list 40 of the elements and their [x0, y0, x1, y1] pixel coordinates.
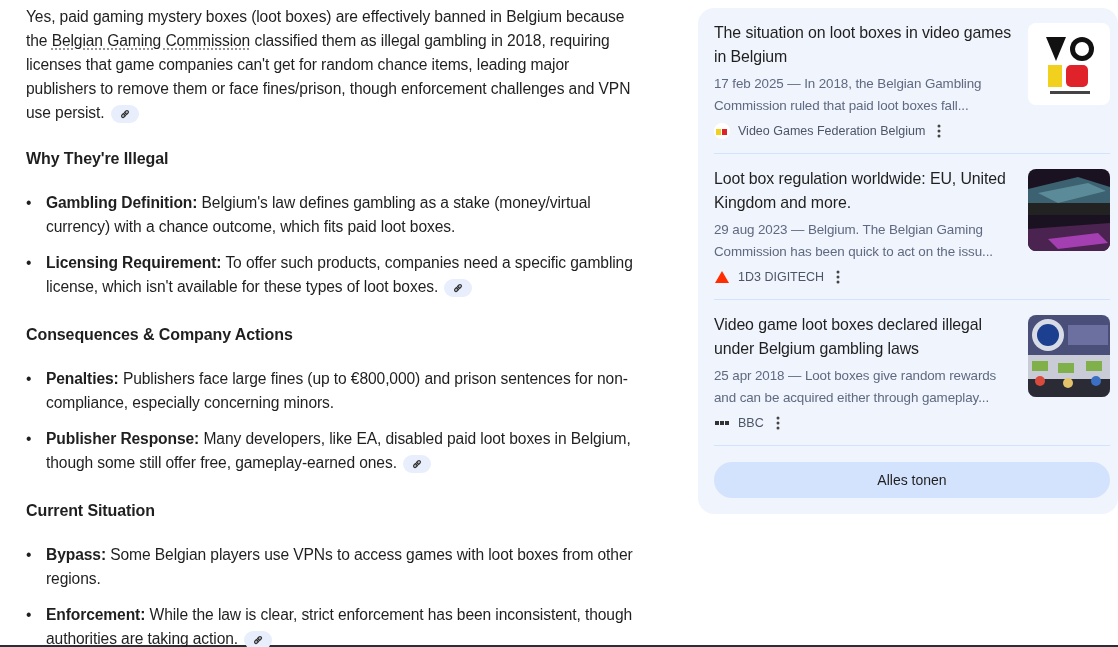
- bullet-text: Penalties: Publishers face large fines (up to €800,000) and prison sentences for non-compliance, especially concerning minors.: [46, 370, 628, 411]
- more-icon: [937, 124, 942, 138]
- source-link-button[interactable]: [444, 278, 473, 297]
- source-title[interactable]: Loot box regulation worldwide: EU, United Kingdom and more.: [714, 167, 1016, 215]
- bullet-text: Gambling Definition: Belgium's law defines gambling as a stake (money/virtual currency) with a chance outcome, which fits paid loot boxes.: [46, 194, 591, 235]
- more-icon: [836, 270, 841, 284]
- link-icon: [453, 282, 464, 293]
- source-title[interactable]: Video game loot boxes declared illegal under Belgium gambling laws: [714, 313, 1016, 361]
- bullet-text: Enforcement: While the law is clear, strict enforcement has been inconsistent, though authorities are taking action.: [46, 606, 633, 647]
- source-snippet: 25 apr 2018 — Loot boxes give random rewards and can be acquired either through gameplay...: [714, 367, 998, 407]
- bullet-marker: •: [26, 605, 33, 625]
- section-heading: Current Situation: [26, 501, 156, 521]
- triangle-icon: [714, 269, 730, 285]
- section-heading: Consequences & Company Actions: [26, 325, 294, 345]
- site-name: 1D3 DIGITECH: [738, 270, 825, 284]
- show-all-button[interactable]: Alles tonen: [714, 462, 1110, 498]
- bullet-marker: •: [26, 369, 33, 389]
- site-name: BBC: [738, 416, 764, 430]
- site-name: Video Games Federation Belgium: [738, 124, 926, 138]
- bullet-marker: •: [26, 253, 33, 273]
- source-snippet: 17 feb 2025 — In 2018, the Belgian Gambling Commission ruled that paid loot boxes fall...: [714, 75, 983, 115]
- bullet-marker: •: [26, 429, 33, 449]
- link-icon: [119, 108, 130, 119]
- source-link-button[interactable]: [110, 104, 139, 123]
- bullet-marker: •: [26, 193, 33, 213]
- site-logo-icon: [714, 123, 730, 139]
- bullet-marker: •: [26, 545, 33, 565]
- source-snippet: 29 aug 2023 — Belgium. The Belgian Gaming Commission has been quick to act on the issu...: [714, 221, 994, 261]
- intro-paragraph: Yes, paid gaming mystery boxes (loot boxes) are effectively banned in Belgium because the Belgian Gaming Commission classified them as illegal gambling in 2018, requiring licenses that game companies can't get for random chance items, leading major publishers to remove them or face fines/prison, though enforcement challenges and VPN use persist.: [26, 8, 631, 121]
- bullet-text: Licensing Requirement: To offer such products, companies need a specific gambling license, which isn't available for these types of loot boxes.: [46, 254, 633, 295]
- section-heading: Why They're Illegal: [26, 149, 170, 169]
- more-icon: [775, 416, 780, 430]
- link-icon: [411, 458, 422, 469]
- link-icon: [253, 634, 264, 645]
- source-link-button[interactable]: [244, 630, 273, 647]
- glossary-link[interactable]: Belgian Gaming Commission: [51, 32, 251, 49]
- source-title[interactable]: The situation on loot boxes in video games in Belgium: [714, 21, 1016, 69]
- bullet-text: Bypass: Some Belgian players use VPNs to access games with loot boxes from other regions.: [46, 546, 633, 587]
- source-link-button[interactable]: [402, 454, 431, 473]
- bullet-text: Publisher Response: Many developers, like EA, disabled paid loot boxes in Belgium, though some still offer free, gameplay-earned ones.: [46, 430, 631, 471]
